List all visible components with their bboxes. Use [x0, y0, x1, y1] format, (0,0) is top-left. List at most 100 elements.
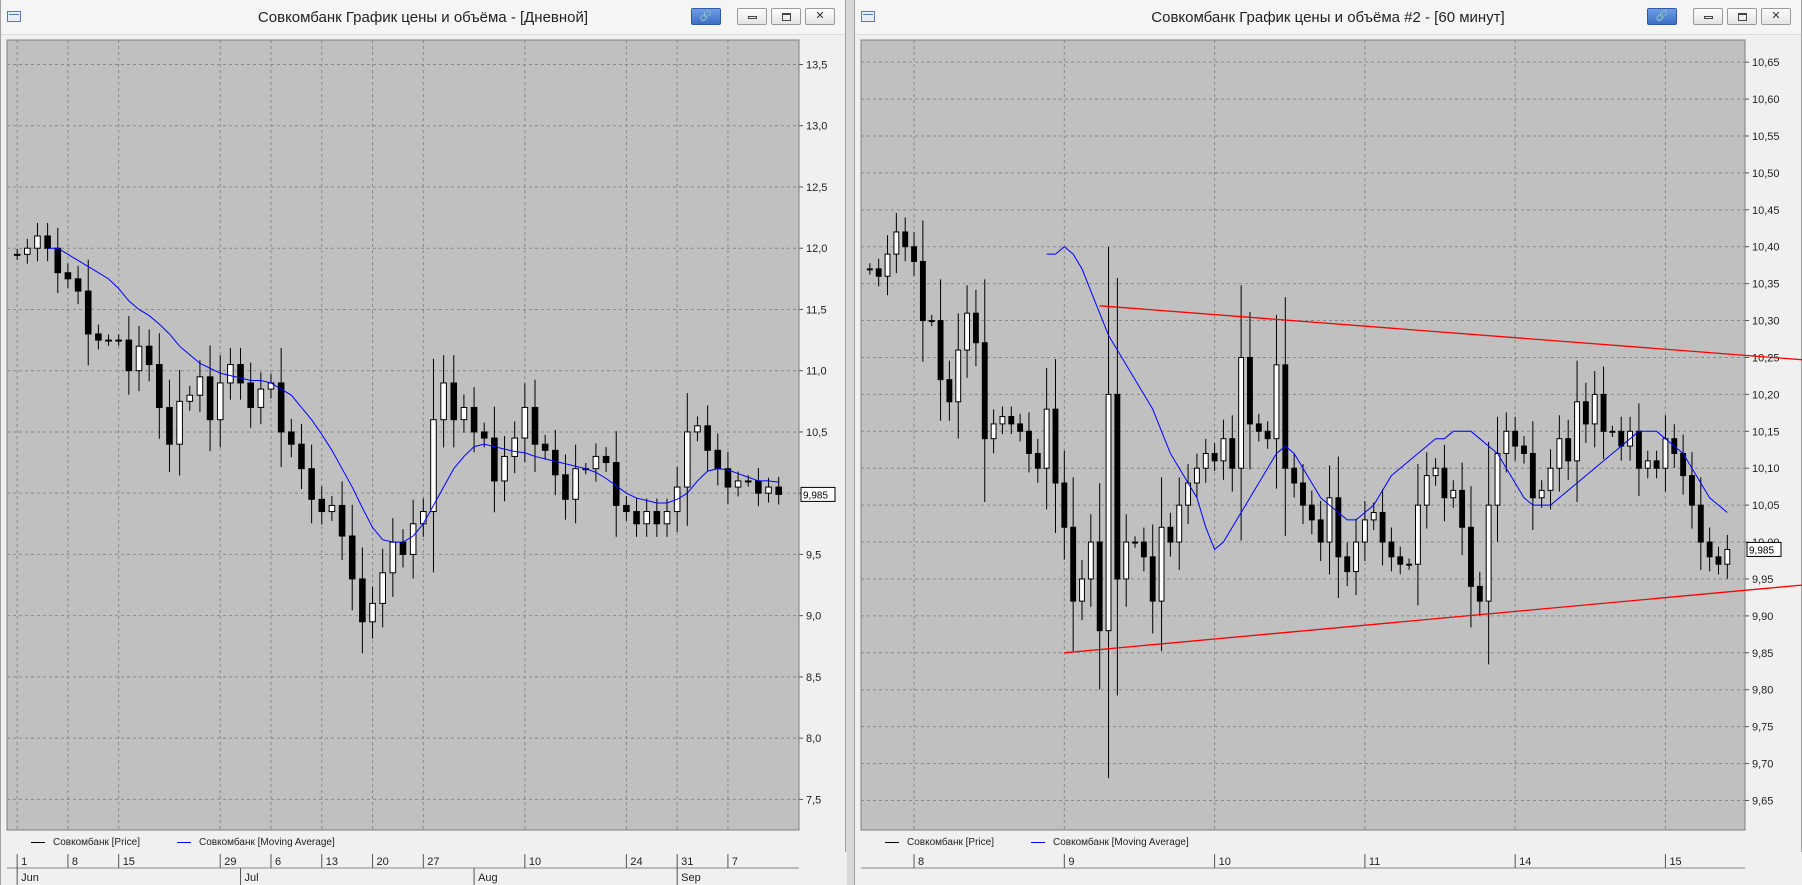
- legend-ma-label: Совкомбанк [Moving Average]: [199, 837, 335, 848]
- candle-down: [308, 468, 315, 500]
- price-chart[interactable]: 7,58,08,59,09,510,010,511,011,512,012,51…: [1, 34, 847, 834]
- link-button[interactable]: 🔗: [1647, 8, 1677, 25]
- candle-down: [74, 278, 82, 292]
- current-price-label: 9,985: [1746, 541, 1782, 557]
- y-tick-label: 10,55: [1752, 131, 1780, 143]
- candle-down: [125, 339, 133, 372]
- candle-up: [105, 339, 112, 342]
- candle-up: [1662, 438, 1669, 469]
- date-axis[interactable]: 1 8 15 29 6 13 20 27 10 24 31 7 Jun Jul Aug Sep: [1, 852, 847, 885]
- candle-down: [1529, 452, 1536, 499]
- candle-down: [206, 376, 214, 421]
- candle-down: [1300, 482, 1306, 506]
- candle-down: [1335, 497, 1342, 558]
- candle-down: [1140, 541, 1147, 558]
- candle-up: [1370, 512, 1377, 521]
- candle-down: [480, 431, 488, 439]
- date-tick-label: 10: [1219, 856, 1231, 868]
- candle-up: [369, 602, 376, 623]
- candle-down: [1459, 489, 1466, 528]
- candle-up: [572, 468, 579, 500]
- candle-down: [1255, 423, 1262, 432]
- candle-up: [744, 480, 752, 483]
- candle-down: [1388, 541, 1395, 558]
- candle-up: [13, 253, 21, 256]
- candle-up: [1353, 541, 1359, 573]
- y-tick-label: 9,80: [1752, 685, 1773, 697]
- chart-legend: Совкомбанк [Price] Совкомбанк [Moving Av…: [1, 834, 845, 852]
- candle-down: [1600, 393, 1607, 432]
- maximize-button[interactable]: [771, 8, 801, 25]
- y-tick-label: 10,50: [1752, 168, 1780, 180]
- y-tick-label: 10,35: [1752, 279, 1780, 291]
- y-tick-label: 12,5: [806, 182, 827, 194]
- titlebar[interactable]: Совкомбанк График цены и объёма - [Дневн…: [1, 0, 845, 35]
- candle-up: [1105, 393, 1112, 632]
- legend-price: Совкомбанк [Price]: [885, 837, 994, 848]
- y-tick-label: 8,0: [806, 733, 821, 745]
- price-chart[interactable]: 9,659,709,759,809,859,909,9510,0010,0510…: [855, 34, 1802, 834]
- candle-up: [1591, 393, 1598, 425]
- candle-up: [765, 486, 772, 494]
- date-tick-label: 6: [275, 856, 281, 868]
- candle-down: [562, 474, 569, 500]
- candle-down: [247, 382, 254, 408]
- date-axis[interactable]: 891011141516: [855, 852, 1802, 885]
- candle-up: [1193, 467, 1200, 484]
- candle-up: [216, 382, 224, 421]
- close-button[interactable]: ✕: [805, 8, 835, 25]
- close-button[interactable]: ✕: [1761, 8, 1791, 25]
- candle-up: [928, 320, 935, 323]
- candle-down: [399, 541, 407, 555]
- candle-up: [955, 349, 962, 403]
- minimize-button[interactable]: [737, 8, 767, 25]
- current-price-text: 9,985: [1749, 545, 1774, 556]
- window-splitter[interactable]: [846, 0, 854, 885]
- candle-down: [1565, 438, 1572, 462]
- candle-down: [972, 312, 979, 344]
- candle-down: [470, 406, 478, 433]
- candle-down: [875, 268, 882, 277]
- candle-down: [1512, 430, 1519, 447]
- candle-down: [633, 511, 640, 525]
- legend-price-label: Совкомбанк [Price]: [53, 837, 140, 848]
- candle-up: [1361, 519, 1368, 543]
- legend-ma: Совкомбанк [Moving Average]: [1031, 837, 1189, 848]
- link-button[interactable]: 🔗: [691, 8, 721, 25]
- maximize-button[interactable]: [1727, 8, 1757, 25]
- minimize-button[interactable]: [1693, 8, 1723, 25]
- candle-down: [1282, 364, 1289, 469]
- candle-up: [866, 268, 873, 271]
- candle-down: [348, 535, 356, 580]
- titlebar[interactable]: Совкомбанк График цены и объёма #2 - [60…: [855, 0, 1801, 35]
- date-tick-label: 11: [1369, 856, 1380, 868]
- current-price-text: 9,985: [803, 490, 828, 501]
- candle-up: [440, 382, 447, 421]
- candle-up: [521, 406, 529, 439]
- candle-down: [1582, 401, 1589, 425]
- candle-up: [511, 437, 518, 457]
- candle-up: [409, 523, 417, 555]
- candle-up: [186, 394, 194, 402]
- month-tick-label: Aug: [478, 872, 498, 884]
- candle-up: [990, 423, 997, 440]
- y-tick-label: 10,10: [1752, 463, 1780, 475]
- candle-up: [643, 511, 650, 525]
- candle-up: [328, 504, 336, 513]
- chart-legend: Совкомбанк [Price] Совкомбанк [Moving Av…: [855, 834, 1801, 852]
- candle-up: [420, 511, 427, 525]
- y-tick-label: 10,60: [1752, 94, 1780, 106]
- link-icon: 🔗: [699, 11, 713, 22]
- candle-up: [430, 419, 437, 513]
- y-tick-label: 13,0: [806, 121, 827, 133]
- date-tick-label: 14: [1519, 856, 1531, 868]
- candle-down: [450, 382, 458, 421]
- candle-down: [338, 504, 346, 537]
- candle-up: [1176, 504, 1183, 543]
- date-tick-label: 7: [732, 856, 738, 868]
- candle-down: [1070, 526, 1077, 602]
- candle-down: [1017, 423, 1024, 432]
- y-tick-label: 10,25: [1752, 352, 1780, 364]
- plot-area: [6, 39, 800, 831]
- candle-down: [1521, 445, 1527, 454]
